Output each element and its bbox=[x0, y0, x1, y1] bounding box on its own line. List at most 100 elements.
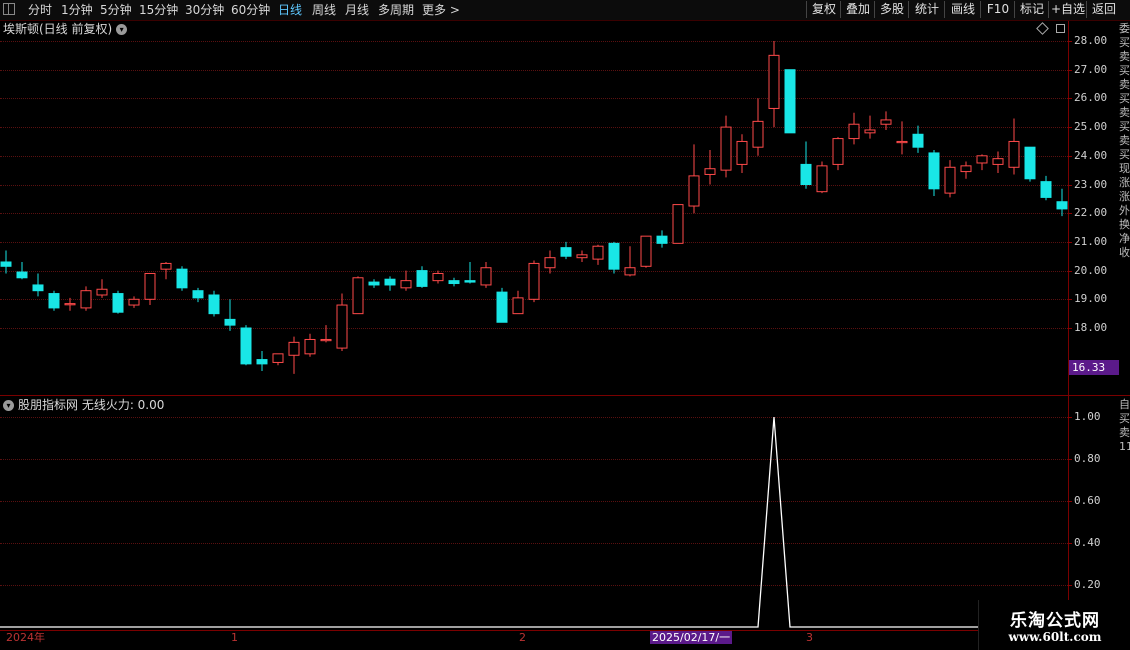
candle-body bbox=[880, 119, 892, 125]
candle-body bbox=[416, 270, 428, 287]
candle-body bbox=[864, 129, 876, 134]
price-tick-label: 21.00 bbox=[1068, 235, 1124, 249]
candle-body bbox=[32, 284, 44, 292]
candle-down bbox=[368, 279, 380, 288]
candle-down bbox=[16, 261, 28, 280]
kline-chart[interactable] bbox=[0, 0, 1068, 632]
candle-down bbox=[928, 150, 940, 196]
candle-body bbox=[0, 261, 12, 267]
indicator-line bbox=[0, 416, 1068, 628]
candle-body bbox=[1056, 201, 1068, 210]
candle-up bbox=[768, 41, 780, 128]
candle-up bbox=[880, 111, 892, 130]
indicator-tick-label: 0.80 bbox=[1068, 452, 1124, 466]
candle-body bbox=[448, 280, 460, 285]
candle-body bbox=[688, 175, 700, 207]
candle-down bbox=[208, 290, 220, 317]
candle-down bbox=[608, 241, 620, 274]
price-tick-label: 23.00 bbox=[1068, 178, 1124, 192]
candle-body bbox=[976, 155, 988, 164]
indicator-side-strip: 自买卖1111111 bbox=[1119, 398, 1130, 453]
watermark: 乐淘公式网 www.60lt.com bbox=[978, 600, 1130, 650]
candle-up bbox=[720, 115, 732, 178]
quote-side-strip: 委买卖买卖买卖买卖买现涨涨外换净收 bbox=[1119, 22, 1130, 259]
price-tick-label: 26.00 bbox=[1068, 91, 1124, 105]
xaxis-label-month-1: 1 bbox=[231, 631, 238, 644]
candle-up bbox=[80, 286, 92, 311]
candle-down bbox=[800, 141, 812, 189]
candle-up bbox=[816, 161, 828, 194]
candle-body bbox=[176, 268, 188, 289]
candle-body bbox=[592, 245, 604, 260]
candle-body bbox=[432, 272, 444, 282]
candle-down bbox=[1040, 175, 1052, 201]
candle-up bbox=[992, 151, 1004, 174]
candle-up bbox=[944, 160, 956, 198]
candle-body bbox=[256, 359, 268, 365]
candle-up bbox=[272, 353, 284, 366]
indicator-tick-label: 1.00 bbox=[1068, 410, 1124, 424]
candle-down bbox=[224, 299, 236, 331]
candle-body bbox=[816, 165, 828, 193]
candle-body bbox=[1040, 181, 1052, 198]
candle-up bbox=[896, 121, 908, 155]
xaxis-label-month-3: 3 bbox=[806, 631, 813, 644]
candle-up bbox=[1008, 118, 1020, 175]
candle-down bbox=[0, 250, 12, 274]
candle-up bbox=[352, 276, 364, 315]
candle-body bbox=[16, 271, 28, 279]
candle-body bbox=[368, 281, 380, 286]
candle-body bbox=[480, 267, 492, 286]
candle-up bbox=[624, 246, 636, 277]
candle-body bbox=[848, 123, 860, 140]
xaxis-cursor-date: 2025/02/17/一 bbox=[650, 631, 733, 644]
candle-up bbox=[832, 137, 844, 171]
candle-body bbox=[656, 235, 668, 244]
candle-body bbox=[832, 138, 844, 165]
candle-body bbox=[304, 338, 316, 355]
candle-body bbox=[608, 242, 620, 270]
candle-up bbox=[128, 296, 140, 308]
candle-body bbox=[464, 280, 476, 283]
candle-body bbox=[720, 126, 732, 171]
candle-up bbox=[400, 270, 412, 291]
price-tick-label: 20.00 bbox=[1068, 264, 1124, 278]
candle-body bbox=[384, 278, 396, 286]
candle-down bbox=[48, 290, 60, 311]
watermark-title: 乐淘公式网 bbox=[1010, 611, 1100, 631]
candle-body bbox=[768, 54, 780, 109]
candle-down bbox=[32, 273, 44, 297]
candle-body bbox=[640, 235, 652, 267]
candle-body bbox=[288, 341, 300, 356]
candle-body bbox=[960, 165, 972, 173]
back-button[interactable]: 返回 bbox=[1086, 1, 1121, 18]
candle-up bbox=[736, 134, 748, 174]
candle-up bbox=[432, 270, 444, 284]
indicator-tick-label: 0.20 bbox=[1068, 578, 1124, 592]
candle-up bbox=[304, 333, 316, 357]
candle-up bbox=[592, 244, 604, 265]
candle-up bbox=[848, 112, 860, 145]
candle-body bbox=[784, 69, 796, 134]
candle-body bbox=[48, 293, 60, 309]
candle-down bbox=[240, 325, 252, 366]
candle-body bbox=[576, 254, 588, 259]
candle-body bbox=[272, 353, 284, 363]
candle-body bbox=[320, 338, 332, 342]
candle-body bbox=[944, 166, 956, 194]
candle-body bbox=[80, 290, 92, 309]
candle-up bbox=[144, 272, 156, 306]
candle-up bbox=[704, 150, 716, 185]
price-tick-label: 18.00 bbox=[1068, 321, 1124, 335]
candle-body bbox=[64, 303, 76, 306]
price-tick-label: 25.00 bbox=[1068, 120, 1124, 134]
candle-up bbox=[320, 325, 332, 343]
candle-body bbox=[912, 133, 924, 148]
candle-body bbox=[1024, 146, 1036, 180]
candle-body bbox=[896, 140, 908, 144]
candle-body bbox=[992, 158, 1004, 165]
candle-up bbox=[864, 115, 876, 139]
candle-down bbox=[256, 350, 268, 372]
candle-down bbox=[560, 241, 572, 260]
candle-down bbox=[1056, 188, 1068, 217]
